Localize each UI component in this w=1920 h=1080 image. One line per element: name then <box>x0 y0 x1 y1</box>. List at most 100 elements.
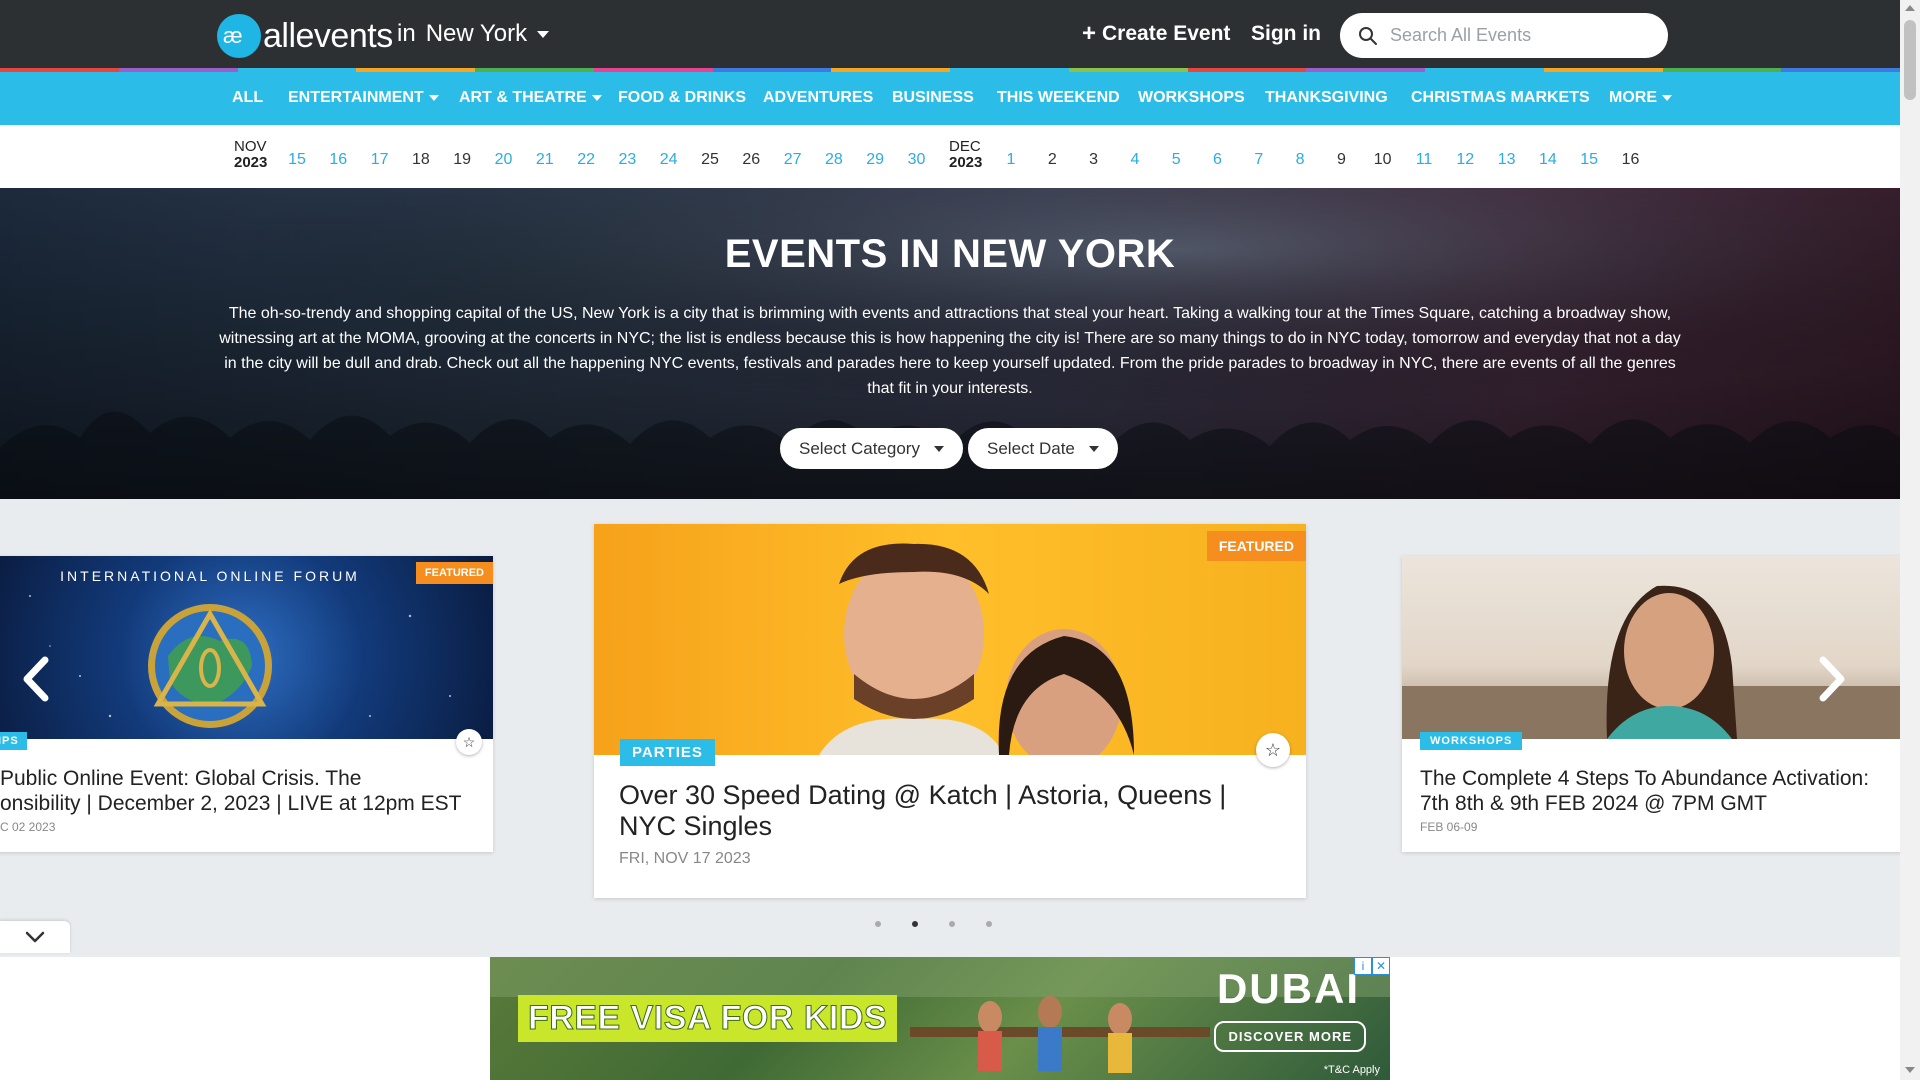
event-title[interactable]: Public Online Event: Global Crisis. The … <box>0 766 485 816</box>
ad-discover-button[interactable]: DISCOVER MORE <box>1214 1021 1366 1052</box>
date-item[interactable]: 26 <box>738 151 764 169</box>
carousel-dot[interactable] <box>986 921 992 927</box>
nav-item-thanksgiving[interactable]: THANKSGIVING <box>1265 89 1388 107</box>
date-item[interactable]: 4 <box>1122 151 1148 169</box>
scrollbar-thumb[interactable] <box>1904 20 1916 100</box>
date-item[interactable]: 13 <box>1494 151 1520 169</box>
date-item[interactable]: 22 <box>573 151 599 169</box>
event-title-line: 7th 8th & 9th FEB 2024 @ 7PM GMT <box>1420 792 1767 815</box>
dubai-advertisement[interactable]: FREE VISA FOR KIDS DUBAI DISCOVER MORE *… <box>490 957 1390 1080</box>
carousel-dot[interactable] <box>875 921 881 927</box>
month-year: 2023 <box>234 154 268 171</box>
create-event-button[interactable]: + Create Event <box>1082 22 1230 46</box>
city-selector[interactable]: in New York <box>397 20 550 48</box>
date-item[interactable]: 15 <box>284 151 310 169</box>
date-item[interactable]: 27 <box>780 151 806 169</box>
date-item[interactable]: 3 <box>1081 151 1107 169</box>
event-image <box>1402 556 1900 739</box>
carousel-dot[interactable] <box>912 921 918 927</box>
date-item[interactable]: 2 <box>1039 151 1065 169</box>
search-input[interactable] <box>1390 25 1640 46</box>
nav-item-food-drinks[interactable]: FOOD & DRINKS <box>618 89 746 107</box>
star-outline-icon[interactable]: ☆ <box>456 729 482 755</box>
date-item[interactable]: 10 <box>1370 151 1396 169</box>
chevron-right-icon <box>1819 656 1845 702</box>
nav-item-more[interactable]: MORE <box>1609 89 1672 107</box>
nav-item-this-weekend[interactable]: THIS WEEKEND <box>997 89 1120 107</box>
nav-item-workshops[interactable]: WORKSHOPS <box>1138 89 1245 107</box>
search-bar[interactable] <box>1340 13 1668 58</box>
event-title-line: The Complete 4 Steps To Abundance Activa… <box>1420 767 1870 790</box>
nav-item-label: CHRISTMAS MARKETS <box>1411 89 1590 106</box>
nav-item-all[interactable]: ALL <box>232 89 263 107</box>
scroll-down-icon[interactable] <box>1905 1067 1915 1073</box>
date-item[interactable]: 28 <box>821 151 847 169</box>
date-item[interactable]: 30 <box>904 151 930 169</box>
date-item[interactable]: 5 <box>1163 151 1189 169</box>
event-date: C 02 2023 <box>0 820 56 834</box>
month-name: DEC <box>949 138 981 155</box>
date-item[interactable]: 23 <box>614 151 640 169</box>
date-item[interactable]: 9 <box>1328 151 1354 169</box>
chevron-down-icon <box>1088 445 1099 452</box>
date-item[interactable]: 29 <box>862 151 888 169</box>
date-item[interactable]: 12 <box>1452 151 1478 169</box>
date-item[interactable]: 19 <box>449 151 475 169</box>
date-item[interactable]: 17 <box>367 151 393 169</box>
category-tag[interactable]: WORKSHOPS <box>1420 732 1523 750</box>
carousel-dot[interactable] <box>949 921 955 927</box>
nav-item-label: FOOD & DRINKS <box>618 89 746 106</box>
page-scrollbar[interactable] <box>1900 0 1920 1080</box>
nav-item-business[interactable]: BUSINESS <box>892 89 974 107</box>
month-label: NOV 2023 <box>234 139 267 171</box>
date-item[interactable]: 25 <box>697 151 723 169</box>
date-item[interactable]: 1 <box>998 151 1024 169</box>
event-card[interactable]: FEATURED PARTIES ☆ Over 30 Speed Dating … <box>594 524 1306 898</box>
date-item[interactable]: 18 <box>408 151 434 169</box>
date-item[interactable]: 6 <box>1205 151 1231 169</box>
carousel-prev-button[interactable] <box>16 649 56 709</box>
month-name: NOV <box>234 138 267 155</box>
select-date-dropdown[interactable]: Select Date <box>968 428 1118 469</box>
ad-info-icon[interactable]: i <box>1354 957 1372 975</box>
ad-brand: DUBAI <box>1217 965 1360 1012</box>
nav-item-adventures[interactable]: ADVENTURES <box>763 89 873 107</box>
date-item[interactable]: 7 <box>1246 151 1272 169</box>
category-tag[interactable]: PARTIES <box>620 739 715 766</box>
scroll-up-icon[interactable] <box>1905 5 1915 11</box>
sign-in-link[interactable]: Sign in <box>1251 22 1321 46</box>
event-image <box>594 524 1306 755</box>
date-item[interactable]: 24 <box>656 151 682 169</box>
date-item[interactable]: 21 <box>532 151 558 169</box>
chevron-down-icon <box>933 445 944 452</box>
select-category-dropdown[interactable]: Select Category <box>780 428 963 469</box>
event-title[interactable]: The Complete 4 Steps To Abundance Activa… <box>1420 766 1900 816</box>
chevron-down-icon <box>591 95 602 101</box>
star-outline-icon[interactable]: ☆ <box>1256 733 1290 767</box>
nav-item-art-theatre[interactable]: ART & THEATRE <box>459 89 602 107</box>
collapse-toggle-button[interactable] <box>0 921 70 953</box>
svg-text:INTERNATIONAL ONLINE FORUM: INTERNATIONAL ONLINE FORUM <box>60 568 360 584</box>
event-title[interactable]: Over 30 Speed Dating @ Katch | Astoria, … <box>619 780 1289 842</box>
city-name: New York <box>425 20 528 47</box>
date-item[interactable]: 16 <box>1618 151 1644 169</box>
select-date-label: Select Date <box>987 438 1075 458</box>
date-item[interactable]: 14 <box>1535 151 1561 169</box>
date-item[interactable]: 16 <box>325 151 351 169</box>
close-icon[interactable]: ✕ <box>1372 957 1390 975</box>
date-item[interactable]: 20 <box>491 151 517 169</box>
date-item[interactable]: 15 <box>1576 151 1602 169</box>
allevents-logo[interactable]: æ allevents <box>217 13 393 59</box>
search-icon <box>1359 26 1377 45</box>
category-tag[interactable]: IPS <box>0 732 27 750</box>
nav-item-entertainment[interactable]: ENTERTAINMENT <box>288 89 439 107</box>
date-item[interactable]: 11 <box>1411 151 1437 169</box>
date-item[interactable]: 8 <box>1287 151 1313 169</box>
page-title: EVENTS IN NEW YORK <box>724 232 1176 276</box>
nav-item-label: THIS WEEKEND <box>997 89 1120 106</box>
plus-icon: + <box>1082 20 1097 47</box>
event-date: FRI, NOV 17 2023 <box>619 850 751 867</box>
nav-item-christmas-markets[interactable]: CHRISTMAS MARKETS <box>1411 89 1590 107</box>
carousel-next-button[interactable] <box>1812 649 1852 709</box>
event-card[interactable]: INTERNATIONAL ONLINE FORUM FEATURED IPS … <box>0 556 493 852</box>
